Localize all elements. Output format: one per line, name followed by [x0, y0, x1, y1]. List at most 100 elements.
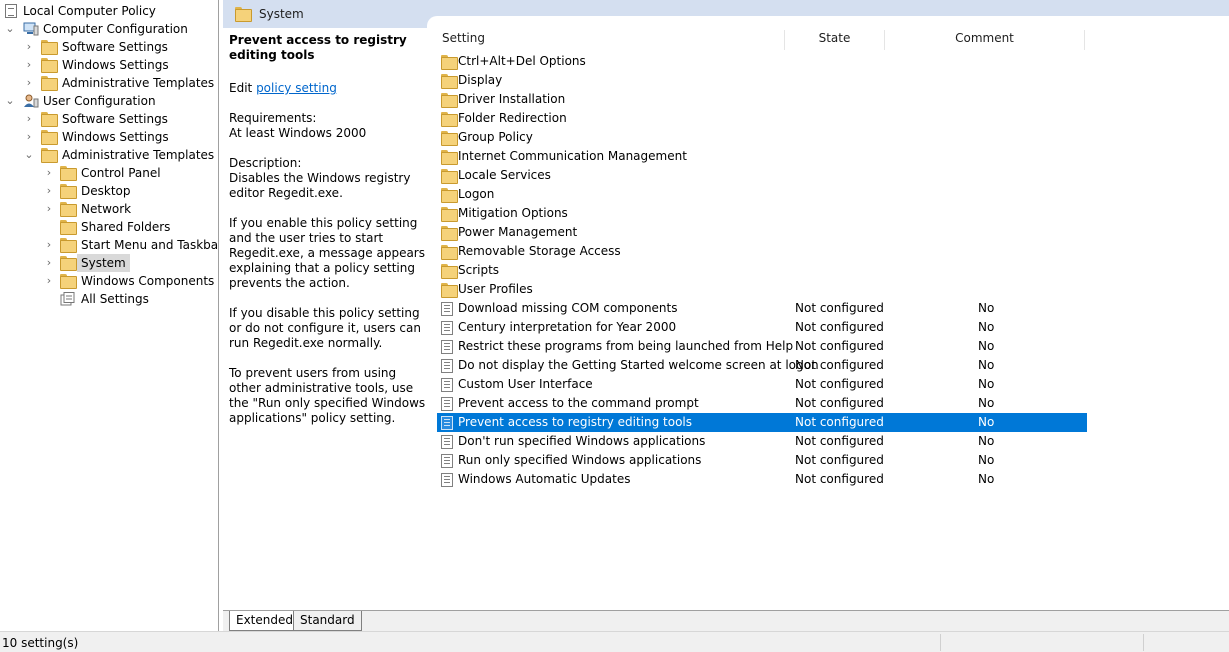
chevron-right-icon[interactable]: › [23, 128, 35, 146]
table-row[interactable]: Do not display the Getting Started welco… [437, 356, 1087, 375]
list-item-folder[interactable]: Locale Services [437, 166, 1087, 185]
table-row[interactable]: Don't run specified Windows applications… [437, 432, 1087, 451]
list-item-name: Display [458, 73, 503, 87]
folder-icon [41, 40, 58, 55]
policy-setting-icon [441, 435, 455, 449]
description-disable-paragraph: If you disable this policy setting or do… [229, 306, 421, 350]
tab-standard[interactable]: Standard [293, 611, 362, 631]
folder-icon [441, 283, 458, 298]
table-row[interactable]: Windows Automatic Updates Not configured N… [437, 470, 1087, 489]
list-item-folder[interactable]: Removable Storage Access [437, 242, 1087, 261]
list-item-folder[interactable]: Mitigation Options [437, 204, 1087, 223]
chevron-right-icon[interactable]: › [43, 272, 55, 290]
folder-icon [60, 220, 77, 235]
edit-policy-setting-link[interactable]: policy setting [256, 81, 337, 95]
folder-icon [41, 112, 58, 127]
chevron-right-icon[interactable]: › [23, 74, 35, 92]
list-item-name: Folder Redirection [458, 111, 567, 125]
list-item-folder[interactable]: Driver Installation [437, 90, 1087, 109]
folder-icon [60, 166, 77, 181]
column-header-state[interactable]: State [785, 30, 885, 50]
tab-extended[interactable]: Extended [229, 611, 300, 631]
folder-icon [60, 238, 77, 253]
list-item-name: Driver Installation [458, 92, 566, 106]
folder-icon [441, 188, 458, 203]
column-header-setting[interactable]: Setting [441, 30, 785, 50]
setting-comment: No [978, 358, 995, 372]
column-header-comment[interactable]: Comment [885, 30, 1085, 50]
list-item-folder[interactable]: Group Policy [437, 128, 1087, 147]
computer-icon [23, 22, 39, 36]
status-divider [1143, 634, 1144, 651]
setting-name: Prevent access to the command prompt [458, 396, 699, 410]
status-text: 10 setting(s) [2, 636, 79, 650]
status-bar: 10 setting(s) [0, 631, 1229, 652]
list-item-folder[interactable]: Scripts [437, 261, 1087, 280]
description-prevent-paragraph: To prevent users from using other admini… [229, 366, 426, 425]
chevron-right-icon[interactable]: › [23, 38, 35, 56]
policy-title: Prevent access to registry editing tools [229, 33, 407, 62]
list-item-name: User Profiles [458, 282, 533, 296]
all-settings-icon [60, 292, 76, 306]
setting-state: Not configured [795, 377, 884, 391]
setting-name: Do not display the Getting Started welco… [458, 358, 819, 372]
folder-icon [235, 7, 252, 22]
setting-state: Not configured [795, 358, 884, 372]
setting-state: Not configured [795, 339, 884, 353]
description-text: Description: Disables the Windows registr… [229, 156, 411, 200]
list-item-name: Scripts [458, 263, 500, 277]
navigation-tree[interactable]: Local Computer Policy ⌄ Computer Configu… [0, 0, 219, 631]
setting-name: Restrict these programs from being launc… [458, 339, 794, 353]
chevron-right-icon[interactable]: › [23, 110, 35, 128]
table-row[interactable]: Century interpretation for Year 2000 Not … [437, 318, 1087, 337]
chevron-right-icon[interactable]: › [43, 254, 55, 272]
policy-setting-icon [441, 321, 455, 335]
table-row[interactable]: Custom User Interface Not configured No [437, 375, 1087, 394]
chevron-right-icon[interactable]: › [43, 164, 55, 182]
setting-comment: No [978, 339, 995, 353]
table-row[interactable]: Prevent access to registry editing tools… [437, 413, 1087, 432]
table-row[interactable]: Download missing COM components Not confi… [437, 299, 1087, 318]
setting-comment: No [978, 320, 995, 334]
chevron-down-icon[interactable]: ⌄ [4, 92, 16, 110]
setting-name: Download missing COM components [458, 301, 678, 315]
view-tabs: Extended Standard [223, 610, 1229, 631]
folder-icon [441, 226, 458, 241]
setting-state: Not configured [795, 396, 884, 410]
chevron-right-icon[interactable]: › [43, 236, 55, 254]
folder-icon [60, 202, 77, 217]
list-item-name: Logon [458, 187, 495, 201]
list-item-name: Group Policy [458, 130, 533, 144]
chevron-right-icon[interactable]: › [43, 182, 55, 200]
table-row[interactable]: Prevent access to the command prompt Not … [437, 394, 1087, 413]
setting-state: Not configured [795, 301, 884, 315]
folder-icon [41, 148, 58, 163]
table-row[interactable]: Restrict these programs from being launc… [437, 337, 1087, 356]
list-item-folder[interactable]: Internet Communication Management [437, 147, 1087, 166]
setting-comment: No [978, 453, 995, 467]
chevron-down-icon[interactable]: ⌄ [23, 146, 35, 164]
list-column-headers: Setting State Comment [437, 30, 1087, 50]
list-item-folder[interactable]: Ctrl+Alt+Del Options [437, 52, 1087, 71]
setting-comment: No [978, 301, 995, 315]
user-icon [23, 94, 39, 108]
setting-state: Not configured [795, 415, 884, 429]
folder-icon [41, 130, 58, 145]
table-row[interactable]: Run only specified Windows applications N… [437, 451, 1087, 470]
setting-state: Not configured [795, 472, 884, 486]
folder-icon [441, 131, 458, 146]
list-item-folder[interactable]: Display [437, 71, 1087, 90]
folder-icon [441, 264, 458, 279]
list-item-name: Ctrl+Alt+Del Options [458, 54, 586, 68]
chevron-right-icon[interactable]: › [43, 200, 55, 218]
setting-state: Not configured [795, 320, 884, 334]
setting-comment: No [978, 434, 995, 448]
list-item-folder[interactable]: User Profiles [437, 280, 1087, 299]
list-item-folder[interactable]: Logon [437, 185, 1087, 204]
list-item-folder[interactable]: Power Management [437, 223, 1087, 242]
chevron-right-icon[interactable]: › [23, 56, 35, 74]
list-item-name: Removable Storage Access [458, 244, 621, 258]
chevron-down-icon[interactable]: ⌄ [4, 20, 16, 38]
description-enable-paragraph: If you enable this policy setting and th… [229, 216, 425, 290]
list-item-folder[interactable]: Folder Redirection [437, 109, 1087, 128]
